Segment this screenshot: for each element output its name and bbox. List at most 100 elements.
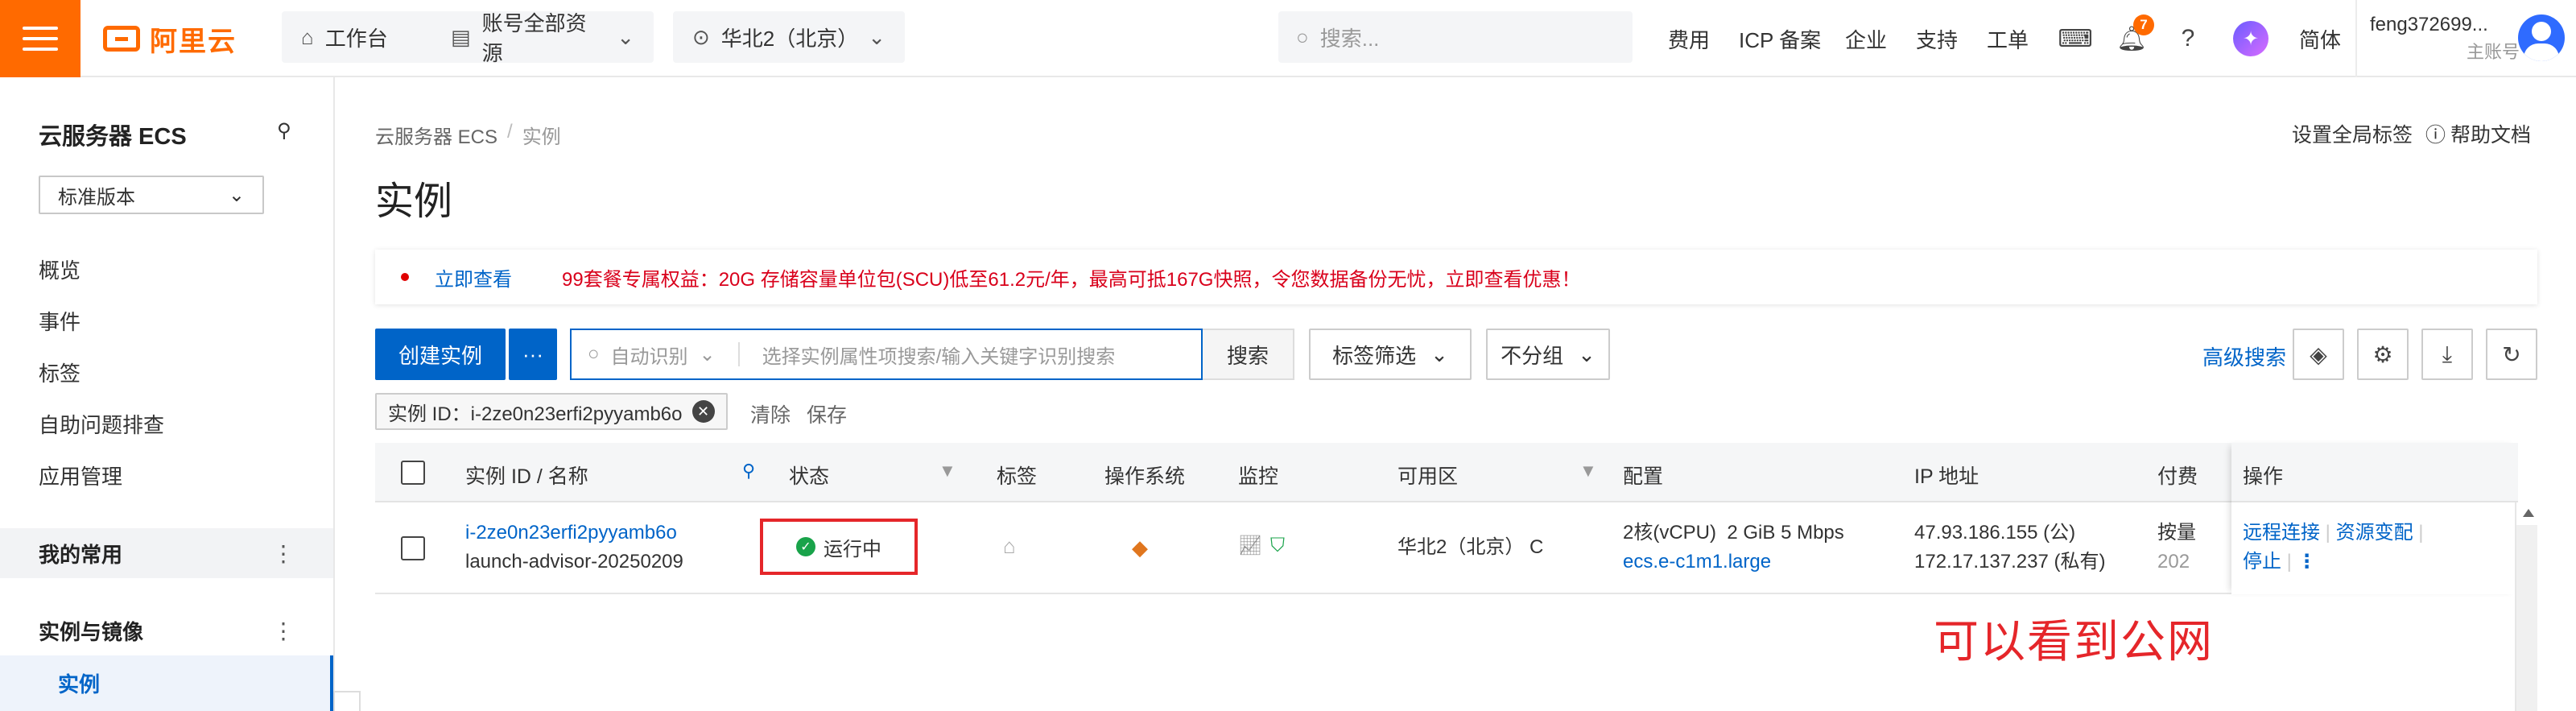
- sidebar-item-events[interactable]: 事件: [39, 306, 80, 336]
- global-search-input[interactable]: ○ 搜索...: [1278, 11, 1633, 63]
- sidebar-item-overview[interactable]: 概览: [39, 254, 80, 284]
- instance-type-link[interactable]: ecs.e-c1m1.large: [1623, 548, 1844, 577]
- workbench-label: 工作台: [324, 26, 388, 51]
- promo-link[interactable]: 立即查看: [435, 263, 512, 291]
- instances-images-label: 实例与镜像: [39, 619, 144, 644]
- select-all-checkbox[interactable]: [401, 461, 425, 485]
- promo-text[interactable]: 99套餐专属权益：20G 存储容量单位包(SCU)低至61.2元/年，最高可抵1…: [562, 263, 1580, 291]
- clear-filter-link[interactable]: 清除: [750, 399, 791, 428]
- download-icon[interactable]: ⤓: [2421, 329, 2473, 380]
- ops-actions: 远程连接 | 资源变配 | 停止 | ⋮: [2243, 522, 2424, 573]
- global-tag-link[interactable]: 设置全局标签: [2292, 119, 2413, 148]
- resource-scope-dropdown[interactable]: ▤ 账号全部资源 ⌄: [431, 11, 654, 65]
- col-config: 配置: [1623, 461, 1663, 490]
- nav-icp[interactable]: ICP 备案: [1739, 0, 1821, 77]
- instance-name: launch-advisor-20250209: [465, 551, 683, 573]
- tag-filter-label: 标签筛选: [1332, 343, 1417, 368]
- shield-icon[interactable]: ⛉: [1270, 531, 1285, 560]
- more-vertical-icon[interactable]: ⋮: [2297, 551, 2317, 573]
- instance-table: 实例 ID / 名称 ⚲ 状态 ▼ 标签 操作系统 监控 可用区 ▼ 配置 IP…: [375, 443, 2518, 596]
- nav-enterprise[interactable]: 企业: [1845, 0, 1887, 77]
- filter-icon[interactable]: ▼: [939, 461, 956, 482]
- avatar[interactable]: [2518, 14, 2565, 61]
- col-os-label: 操作系统: [1104, 465, 1186, 488]
- advanced-search-link[interactable]: 高级搜索: [2202, 341, 2286, 371]
- sidebar-item-app-management[interactable]: 应用管理: [39, 461, 122, 490]
- language-switch[interactable]: 简体: [2299, 0, 2341, 77]
- operations-column: 操作 远程连接 | 资源变配 | 停止 | ⋮: [2231, 443, 2518, 594]
- check-circle-icon: ✓: [796, 537, 815, 556]
- nav-ticket[interactable]: 工单: [1987, 0, 2029, 77]
- layers-icon[interactable]: ◈: [2293, 329, 2344, 380]
- config-cell: 2核(vCPU) 2 GiB 5 Mbps ecs.e-c1m1.large: [1623, 519, 1844, 577]
- search-auto-select[interactable]: 自动识别: [611, 341, 688, 369]
- help-icon[interactable]: ?: [2172, 23, 2204, 55]
- sidebar-item-tags[interactable]: 标签: [39, 358, 80, 387]
- remote-connect-link[interactable]: 远程连接: [2243, 522, 2320, 544]
- stop-link[interactable]: 停止: [2243, 551, 2281, 573]
- col-monitor-label: 监控: [1238, 465, 1279, 488]
- instance-search-input[interactable]: ○ 自动识别 ⌄ 选择实例属性项搜索/输入关键字识别搜索: [570, 329, 1203, 380]
- col-status-label: 状态: [789, 465, 830, 488]
- scroll-up-icon[interactable]: [2523, 509, 2534, 517]
- create-instance-button[interactable]: 创建实例: [375, 329, 506, 380]
- col-zone-label: 可用区: [1397, 465, 1459, 488]
- nav-ticket-label: 工单: [1987, 27, 2029, 52]
- language-label: 简体: [2299, 27, 2342, 52]
- sidebar-item-instances[interactable]: 实例: [0, 655, 333, 711]
- ai-assistant-icon[interactable]: ✦: [2233, 21, 2268, 56]
- region-dropdown[interactable]: ⊙ 华北2（北京） ⌄: [673, 11, 905, 63]
- resize-link[interactable]: 资源变配: [2336, 522, 2413, 544]
- nav-support[interactable]: 支持: [1916, 0, 1958, 77]
- refresh-icon[interactable]: ↻: [2486, 329, 2537, 380]
- config-bandwidth: 5 Mbps: [1781, 522, 1844, 544]
- breadcrumb-separator: /: [507, 121, 513, 143]
- version-select[interactable]: 标准版本 ⌄: [39, 176, 264, 214]
- tag-filter-button[interactable]: 标签筛选 ⌄: [1309, 329, 1472, 380]
- version-select-label: 标准版本: [58, 186, 135, 209]
- home-icon: ⌂: [301, 24, 314, 49]
- table-row[interactable]: i-2ze0n23erfi2pyyamb6o launch-advisor-20…: [375, 502, 2518, 594]
- vertical-scrollbar[interactable]: [2515, 502, 2537, 711]
- more-actions-button[interactable]: ···: [509, 329, 557, 380]
- sidebar-collapse-handle[interactable]: [333, 691, 361, 711]
- nav-fees[interactable]: 费用: [1668, 0, 1710, 77]
- sidebar-group-instances-images[interactable]: 实例与镜像 ⋮: [0, 606, 333, 655]
- menu-icon[interactable]: [0, 0, 80, 77]
- topbar-divider: [2355, 0, 2357, 77]
- chevron-down-icon: ⌄: [1578, 341, 1596, 366]
- zone-text: 华北2（北京） C: [1397, 536, 1544, 558]
- gear-icon[interactable]: ⚙: [2357, 329, 2409, 380]
- tag-icon[interactable]: ⌂: [1003, 531, 1016, 560]
- account-info[interactable]: feng372699... 主账号: [2370, 11, 2523, 66]
- resource-scope-label: 账号全部资源: [481, 11, 587, 65]
- workbench-button[interactable]: ⌂ 工作台: [282, 11, 446, 63]
- bell-icon[interactable]: 🔔︎ 7: [2116, 14, 2154, 55]
- breadcrumb-ecs[interactable]: 云服务器 ECS: [375, 121, 497, 149]
- filter-icon[interactable]: ▼: [1579, 461, 1597, 482]
- col-config-label: 配置: [1623, 465, 1664, 488]
- sidebar-search-icon[interactable]: ⚲: [277, 119, 291, 143]
- scrollbar-track[interactable]: [2516, 525, 2537, 711]
- help-doc-link[interactable]: 帮助文档: [2450, 119, 2531, 148]
- row-checkbox[interactable]: [401, 536, 425, 560]
- column-search-icon[interactable]: ⚲: [742, 461, 755, 482]
- col-ip: IP 地址: [1914, 461, 1979, 490]
- favorites-label: 我的常用: [39, 542, 123, 567]
- close-icon[interactable]: ✕: [691, 400, 715, 423]
- chart-icon[interactable]: 📈︎: [1238, 531, 1262, 560]
- more-vertical-icon[interactable]: ⋮: [272, 618, 295, 644]
- aliyun-logo[interactable]: 阿里云: [103, 23, 237, 57]
- sidebar-item-troubleshoot[interactable]: 自助问题排查: [39, 409, 164, 439]
- sidebar-group-favorites[interactable]: 我的常用 ⋮: [0, 528, 333, 578]
- terminal-icon[interactable]: ⌨: [2058, 23, 2092, 55]
- col-instance-id-label: 实例 ID / 名称: [465, 465, 588, 488]
- group-select[interactable]: 不分组 ⌄: [1486, 329, 1610, 380]
- logo-text: 阿里云: [150, 26, 237, 57]
- more-vertical-icon[interactable]: ⋮: [272, 540, 295, 567]
- save-filter-link[interactable]: 保存: [807, 399, 847, 428]
- search-button[interactable]: 搜索: [1203, 329, 1294, 380]
- col-billing-label: 付费: [2157, 465, 2198, 488]
- ops-header: 操作: [2231, 443, 2518, 502]
- instance-id-link[interactable]: i-2ze0n23erfi2pyyamb6o: [465, 519, 683, 548]
